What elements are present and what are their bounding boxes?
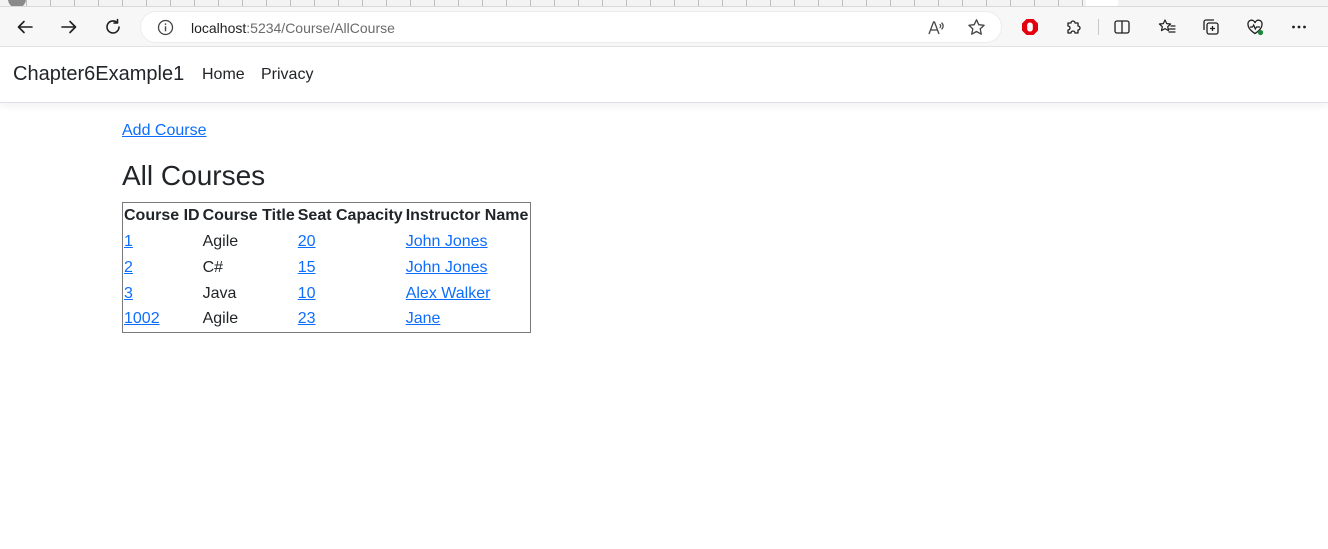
courses-table: Course ID Course Title Seat Capacity Ins…	[122, 202, 532, 333]
cell-seat-capacity: 15	[297, 255, 405, 281]
settings-more-button[interactable]	[1283, 11, 1315, 43]
refresh-icon	[106, 18, 120, 34]
cell-course-id: 3	[123, 281, 202, 307]
forward-button[interactable]	[53, 11, 85, 43]
header-instructor-name: Instructor Name	[405, 206, 529, 224]
cell-course-title: Java	[202, 284, 237, 302]
table-row: 1002 Agile 23 Jane	[123, 307, 531, 333]
tab-separators	[26, 0, 1086, 6]
profile-avatar[interactable]	[8, 0, 26, 6]
collections-icon	[1203, 19, 1219, 35]
instructor-link[interactable]: John Jones	[406, 233, 488, 250]
address-bar[interactable]: localhost:5234/Course/AllCourse	[140, 11, 1002, 43]
instructor-link[interactable]: John Jones	[406, 259, 488, 276]
seat-capacity-link[interactable]: 15	[298, 259, 316, 276]
adblock-extension-icon	[1022, 19, 1038, 35]
cell-course-title: Agile	[202, 310, 239, 328]
cell-instructor-name: Alex Walker	[405, 281, 531, 307]
extension-red-button[interactable]	[1014, 11, 1046, 43]
table-row: 1 Agile 20 John Jones	[123, 229, 531, 255]
heartbeat-icon	[1247, 19, 1264, 36]
info-icon[interactable]	[157, 19, 174, 36]
brand-link[interactable]: Chapter6Example1	[13, 63, 184, 86]
cell-course-id: 1	[123, 229, 202, 255]
header-course-id: Course ID	[124, 206, 200, 224]
cell-course-title: Agile	[202, 232, 239, 250]
favorites-button[interactable]	[1151, 11, 1183, 43]
collections-button[interactable]	[1195, 11, 1227, 43]
table-row: 3 Java 10 Alex Walker	[123, 281, 531, 307]
course-id-link[interactable]: 2	[124, 259, 133, 276]
url-path: :5234/Course/AllCourse	[246, 20, 395, 36]
header-seat-capacity: Seat Capacity	[297, 206, 403, 224]
extensions-button[interactable]	[1058, 11, 1090, 43]
nav-link-home[interactable]: Home	[202, 66, 245, 84]
cell-seat-capacity: 10	[297, 281, 405, 307]
add-course-link[interactable]: Add Course	[122, 122, 207, 140]
app-navbar: Chapter6Example1 Home Privacy	[0, 47, 1328, 103]
url-host: localhost	[191, 20, 247, 36]
favorite-star-icon[interactable]	[967, 18, 986, 37]
tab-strip	[0, 0, 1328, 7]
cell-instructor-name: John Jones	[405, 255, 531, 281]
cell-instructor-name: John Jones	[405, 229, 531, 255]
cell-course-id: 1002	[123, 307, 202, 333]
course-id-link[interactable]: 1	[124, 233, 133, 250]
url-text[interactable]: localhost:5234/Course/AllCourse	[191, 20, 395, 36]
performance-button[interactable]	[1239, 11, 1271, 43]
refresh-button[interactable]	[97, 11, 129, 43]
puzzle-icon	[1067, 20, 1081, 34]
browser-toolbar: localhost:5234/Course/AllCourse	[0, 7, 1328, 47]
active-tab[interactable]	[1086, 0, 1118, 6]
cell-seat-capacity: 23	[297, 307, 405, 333]
instructor-link[interactable]: Alex Walker	[406, 285, 491, 302]
course-id-link[interactable]: 3	[124, 285, 133, 302]
seat-capacity-link[interactable]: 20	[298, 233, 316, 250]
table-row: 2 C# 15 John Jones	[123, 255, 531, 281]
more-horizontal-icon	[1292, 25, 1306, 29]
cell-seat-capacity: 20	[297, 229, 405, 255]
arrow-left-icon	[17, 20, 33, 34]
header-course-title: Course Title	[202, 206, 295, 224]
seat-capacity-link[interactable]: 10	[298, 285, 316, 302]
arrow-right-icon	[61, 20, 77, 34]
table-header-row: Course ID Course Title Seat Capacity Ins…	[123, 203, 531, 229]
split-screen-icon	[1114, 20, 1130, 34]
instructor-link[interactable]: Jane	[406, 310, 441, 327]
read-aloud-icon[interactable]	[927, 19, 945, 37]
seat-capacity-link[interactable]: 23	[298, 310, 316, 327]
nav-link-privacy[interactable]: Privacy	[261, 66, 313, 84]
back-button[interactable]	[9, 11, 41, 43]
course-id-link[interactable]: 1002	[124, 310, 160, 327]
cell-course-title: C#	[202, 258, 224, 276]
toolbar-divider	[1098, 19, 1099, 35]
page-title: All Courses	[122, 160, 266, 191]
cell-course-id: 2	[123, 255, 202, 281]
favorites-list-icon	[1158, 19, 1176, 33]
split-screen-button[interactable]	[1106, 11, 1138, 43]
cell-instructor-name: Jane	[405, 307, 531, 333]
